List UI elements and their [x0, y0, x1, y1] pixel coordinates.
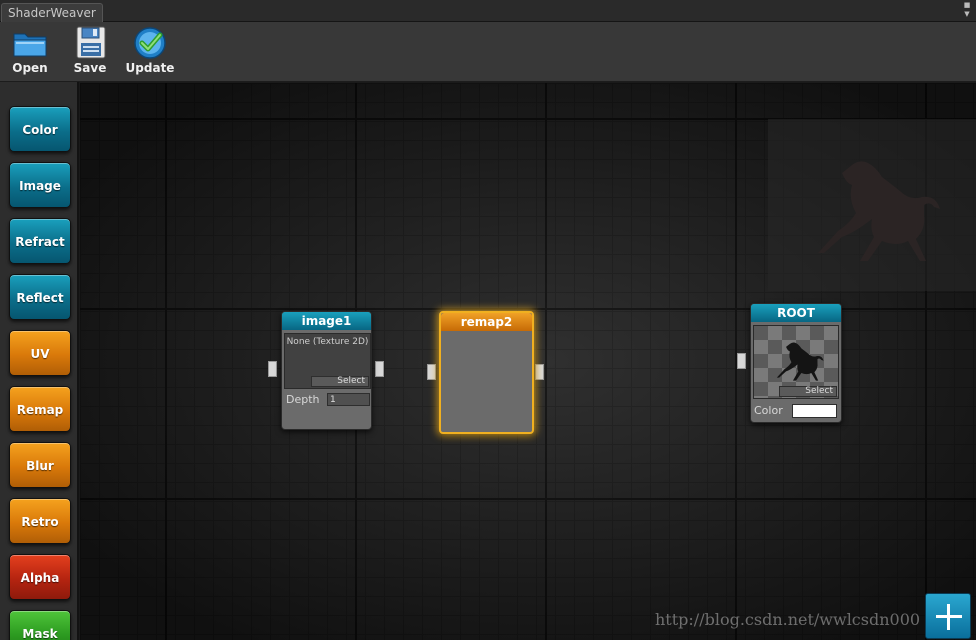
window-menu-icon[interactable]: ■ ▼	[961, 1, 973, 21]
save-button[interactable]: Save	[64, 26, 116, 80]
plus-icon-v	[947, 604, 950, 630]
image1-select-button[interactable]: Select	[311, 376, 369, 387]
sidebar-item-retro[interactable]: Retro	[9, 498, 71, 544]
sidebar-item-blur[interactable]: Blur	[9, 442, 71, 488]
open-button[interactable]: Open	[4, 26, 56, 80]
node-image1-title[interactable]: image1	[282, 312, 371, 330]
toolbar: Open Save Update	[0, 22, 976, 82]
depth-label: Depth	[286, 393, 320, 406]
update-label: Update	[125, 61, 175, 75]
sidebar-item-uv[interactable]: UV	[9, 330, 71, 376]
image1-input-port[interactable]	[268, 361, 277, 377]
node-graph-canvas[interactable]: image1 None (Texture 2D) Select Depth re…	[80, 83, 976, 640]
open-label: Open	[12, 61, 48, 75]
tab-bar: ShaderWeaver ■ ▼	[0, 0, 976, 22]
sidebar-item-remap[interactable]: Remap	[9, 386, 71, 432]
root-input-port[interactable]	[737, 353, 746, 369]
sidebar-item-reflect[interactable]: Reflect	[9, 274, 71, 320]
depth-input[interactable]	[327, 393, 370, 406]
root-color-row: Color	[754, 404, 840, 418]
remap2-output-port[interactable]	[535, 364, 544, 380]
horse-silhouette-icon	[818, 161, 940, 261]
folder-icon	[13, 33, 47, 57]
sidebar-item-refract[interactable]: Refract	[9, 218, 71, 264]
window-tab[interactable]: ShaderWeaver	[1, 3, 103, 22]
sidebar-item-color[interactable]: Color	[9, 106, 71, 152]
sidebar-item-alpha[interactable]: Alpha	[9, 554, 71, 600]
preview-panel	[768, 119, 976, 291]
node-image1[interactable]: image1 None (Texture 2D) Select Depth	[281, 311, 372, 430]
image1-texture-text: None (Texture 2D)	[286, 337, 369, 347]
watermark-text: http://blog.csdn.net/wwlcsdn000	[655, 610, 921, 629]
image1-output-port[interactable]	[375, 361, 384, 377]
image1-texture-slot[interactable]: None (Texture 2D) Select	[284, 333, 371, 389]
node-palette-sidebar: Color Image Refract Reflect UV Remap Blu…	[0, 82, 79, 640]
node-remap2-title[interactable]: remap2	[441, 313, 532, 331]
root-color-swatch[interactable]	[792, 404, 837, 418]
root-select-button[interactable]: Select	[779, 386, 837, 397]
image1-depth-row: Depth	[286, 393, 370, 407]
update-button[interactable]: Update	[124, 26, 176, 80]
floppy-disk-icon	[76, 26, 106, 59]
root-texture-slot[interactable]: Select	[753, 325, 839, 399]
checkmark-icon	[134, 27, 166, 59]
node-remap2[interactable]: remap2	[439, 311, 534, 434]
add-node-button[interactable]	[925, 593, 971, 639]
save-label: Save	[73, 61, 107, 75]
node-root-title[interactable]: ROOT	[751, 304, 841, 322]
sidebar-item-image[interactable]: Image	[9, 162, 71, 208]
remap2-input-port[interactable]	[427, 364, 436, 380]
root-color-label: Color	[754, 404, 783, 417]
shaderweaver-window: ShaderWeaver ■ ▼ Open Save Update Color …	[0, 0, 976, 640]
node-root[interactable]: ROOT Select Color	[750, 303, 842, 423]
root-texture-horse-icon	[776, 342, 824, 381]
sidebar-item-mask[interactable]: Mask	[9, 610, 71, 640]
